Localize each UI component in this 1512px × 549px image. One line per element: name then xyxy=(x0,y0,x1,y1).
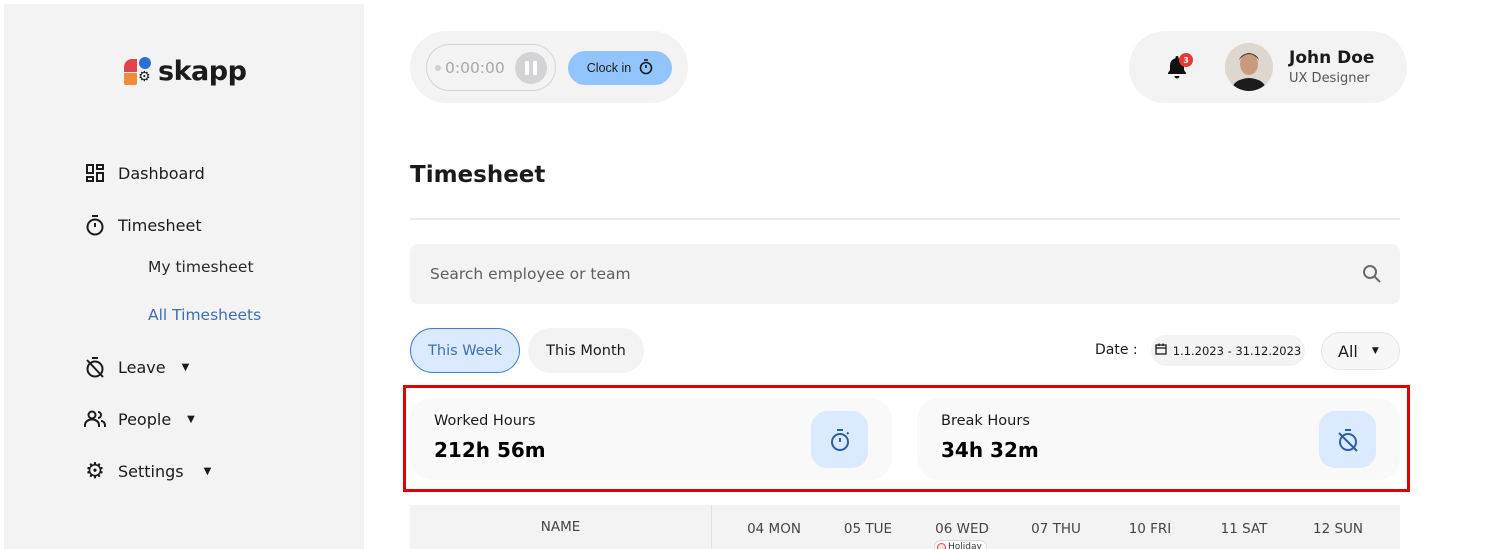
break-hours-card: Break Hours 34h 32m xyxy=(917,398,1400,480)
search-input[interactable] xyxy=(410,244,1350,304)
sidebar: ⚙ skapp Dashboard Timesheet My timesheet… xyxy=(4,4,364,549)
caret-down-icon: ▼ xyxy=(181,361,190,373)
elapsed-time: 0:00:00 xyxy=(445,58,505,77)
date-range-value: 1.1.2023 - 31.12.2023 xyxy=(1172,343,1302,358)
date-range-picker[interactable]: 1.1.2023 - 31.12.2023 xyxy=(1151,335,1305,366)
worked-hours-card: Worked Hours 212h 56m xyxy=(410,398,892,480)
pause-button[interactable] xyxy=(515,52,547,84)
sidebar-item-label: Leave xyxy=(118,357,166,377)
timer-display: 0:00:00 xyxy=(426,44,556,91)
type-filter-select[interactable]: All ▼ xyxy=(1321,332,1400,370)
selected-filter: All xyxy=(1338,341,1358,361)
status-dot xyxy=(435,64,441,71)
avatar[interactable] xyxy=(1225,43,1273,91)
user-header: 3 John Doe UX Designer xyxy=(1129,31,1407,103)
skapp-logo-icon: ⚙ xyxy=(124,56,154,87)
dashboard-icon xyxy=(84,162,106,184)
stat-label: Break Hours xyxy=(941,413,1030,429)
column-header-day: 07 THU xyxy=(1031,521,1081,537)
stopwatch-icon xyxy=(639,58,653,78)
caret-down-icon: ▼ xyxy=(203,465,212,477)
stopwatch-icon xyxy=(84,214,106,236)
sidebar-item-label: Timesheet xyxy=(118,215,202,235)
timesheet-table-header: NAME 04 MON 05 TUE 06 WED 07 THU 10 FRI … xyxy=(410,505,1400,549)
timer-off-icon xyxy=(1319,411,1376,468)
sidebar-item-timesheet[interactable]: Timesheet xyxy=(84,214,202,236)
sidebar-item-people[interactable]: People ▼ xyxy=(84,408,195,430)
holiday-chip: Holiday xyxy=(934,540,987,549)
search-icon[interactable] xyxy=(1362,264,1382,284)
divider xyxy=(410,218,1400,220)
time-tracker: 0:00:00 Clock in xyxy=(410,31,688,103)
user-role: UX Designer xyxy=(1289,71,1370,86)
column-header-day: 12 SUN xyxy=(1312,521,1364,537)
stat-value: 212h 56m xyxy=(434,438,546,462)
holiday-icon xyxy=(937,542,946,549)
clock-in-button[interactable]: Clock in xyxy=(568,51,672,85)
sidebar-item-label: People xyxy=(118,409,172,429)
app-name: skapp xyxy=(158,56,247,87)
app-logo[interactable]: ⚙ skapp xyxy=(124,56,247,87)
people-icon xyxy=(84,408,106,430)
calendar-icon xyxy=(1155,343,1167,358)
sidebar-subitem-my-timesheet[interactable]: My timesheet xyxy=(148,258,254,276)
sidebar-item-label: Settings xyxy=(118,461,184,481)
column-header-day: 11 SAT xyxy=(1220,521,1268,537)
caret-down-icon: ▼ xyxy=(1371,346,1379,356)
notification-badge: 3 xyxy=(1179,53,1193,67)
tab-this-week[interactable]: This Week xyxy=(410,328,520,373)
timer-off-icon xyxy=(84,356,106,378)
sidebar-item-leave[interactable]: Leave ▼ xyxy=(84,356,189,378)
gear-icon: ⚙ xyxy=(85,458,105,484)
pause-icon xyxy=(525,61,529,75)
user-name: John Doe xyxy=(1289,48,1375,68)
date-filter-label: Date : xyxy=(1095,342,1138,358)
sidebar-subitem-all-timesheets[interactable]: All Timesheets xyxy=(148,306,261,324)
search-bar xyxy=(410,244,1400,304)
clock-in-label: Clock in xyxy=(586,61,632,75)
stat-label: Worked Hours xyxy=(434,413,536,429)
stat-value: 34h 32m xyxy=(941,438,1039,462)
caret-down-icon: ▼ xyxy=(187,413,195,425)
page-title: Timesheet xyxy=(410,162,546,188)
column-header-day: 04 MON xyxy=(747,521,801,537)
sidebar-item-dashboard[interactable]: Dashboard xyxy=(84,162,205,184)
sidebar-item-settings[interactable]: ⚙ Settings ▼ xyxy=(84,458,212,484)
column-header-name: NAME xyxy=(410,505,712,549)
tab-this-month[interactable]: This Month xyxy=(528,328,644,373)
column-header-day: 06 WED xyxy=(935,521,989,537)
sidebar-item-label: Dashboard xyxy=(118,163,205,183)
column-header-day: 05 TUE xyxy=(843,521,893,537)
column-header-day: 10 FRI xyxy=(1128,521,1172,537)
holiday-label: Holiday xyxy=(948,542,982,549)
stopwatch-icon xyxy=(811,411,868,468)
